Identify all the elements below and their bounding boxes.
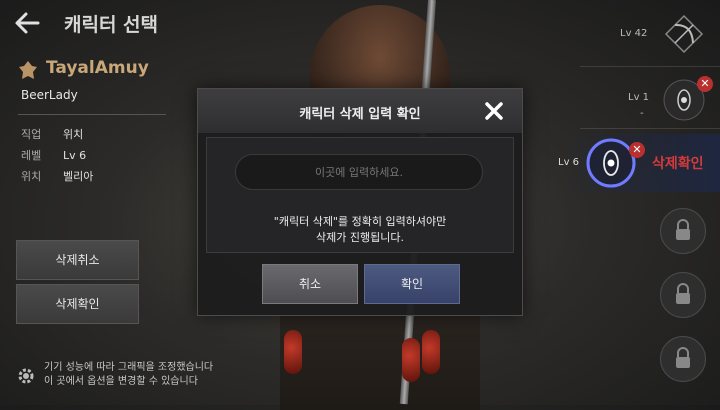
close-icon[interactable] xyxy=(482,99,506,123)
instruction-line: 삭제가 진행됩니다. xyxy=(316,231,404,244)
delete-badge-icon: ✕ xyxy=(697,76,713,92)
instruction-text: "캐릭터 삭제"를 정확히 입력하셔야만 삭제가 진행됩니다. xyxy=(207,214,513,246)
cancel-delete-button[interactable]: 삭제취소 xyxy=(16,240,139,280)
slot-sub: - xyxy=(640,108,644,119)
gear-icon[interactable] xyxy=(16,366,36,386)
graphics-notice: 기기 성능에 따라 그래픽을 조정했습니다 이 곳에서 옵션을 변경할 수 있습… xyxy=(44,361,213,389)
slot-level: Lv 1 xyxy=(628,92,650,103)
potion-flask xyxy=(402,338,420,382)
slot-level: Lv 6 xyxy=(558,157,580,168)
dialog-title: 캐릭터 삭제 입력 확인 xyxy=(299,107,421,122)
locked-slot[interactable] xyxy=(660,208,706,254)
locked-slot[interactable] xyxy=(660,272,706,318)
divider xyxy=(18,114,166,115)
info-row-class: 직업 위치 xyxy=(21,126,83,142)
dialog-header: 캐릭터 삭제 입력 확인 xyxy=(198,89,522,133)
confirm-button[interactable]: 확인 xyxy=(364,264,460,304)
info-value: Lv 6 xyxy=(63,149,87,162)
locked-slot[interactable] xyxy=(660,336,706,382)
character-name: TayalAmuy xyxy=(46,58,149,78)
cancel-button[interactable]: 취소 xyxy=(262,264,358,304)
delete-badge-icon: ✕ xyxy=(629,142,645,158)
divider xyxy=(580,128,720,129)
info-value: 위치 xyxy=(63,128,84,141)
info-row-location: 위치 벨리아 xyxy=(21,168,93,184)
witch-class-icon-selected[interactable] xyxy=(586,138,636,188)
class-emblem-icon xyxy=(18,60,38,80)
info-key: 위치 xyxy=(21,170,42,183)
lock-icon xyxy=(676,219,690,240)
slot-delete-status: 삭제확인 xyxy=(652,156,704,172)
instruction-line: "캐릭터 삭제"를 정확히 입력하셔야만 xyxy=(273,215,447,228)
confirm-text-input[interactable] xyxy=(235,154,483,190)
lock-icon xyxy=(676,347,690,368)
info-row-level: 레벨 Lv 6 xyxy=(21,147,86,163)
potion-flask xyxy=(284,330,302,374)
info-key: 레벨 xyxy=(21,149,42,162)
page-title: 캐릭터 선택 xyxy=(64,14,159,36)
bow-class-icon[interactable] xyxy=(662,12,706,56)
family-name: BeerLady xyxy=(21,88,78,102)
lock-icon xyxy=(676,283,690,304)
confirm-delete-button[interactable]: 삭제확인 xyxy=(16,284,139,324)
info-value: 벨리아 xyxy=(63,170,94,183)
notice-line: 이 곳에서 옵션을 변경할 수 있습니다 xyxy=(44,376,198,387)
back-arrow-icon[interactable] xyxy=(12,8,42,38)
slot-level: Lv 42 xyxy=(620,28,648,39)
potion-flask xyxy=(422,330,440,374)
delete-confirm-dialog: 캐릭터 삭제 입력 확인 "캐릭터 삭제"를 정확히 입력하셔야만 삭제가 진행… xyxy=(197,88,523,316)
dialog-body: "캐릭터 삭제"를 정확히 입력하셔야만 삭제가 진행됩니다. xyxy=(206,137,514,253)
notice-line: 기기 성능에 따라 그래픽을 조정했습니다 xyxy=(44,362,214,373)
divider xyxy=(580,66,720,67)
info-key: 직업 xyxy=(21,128,42,141)
